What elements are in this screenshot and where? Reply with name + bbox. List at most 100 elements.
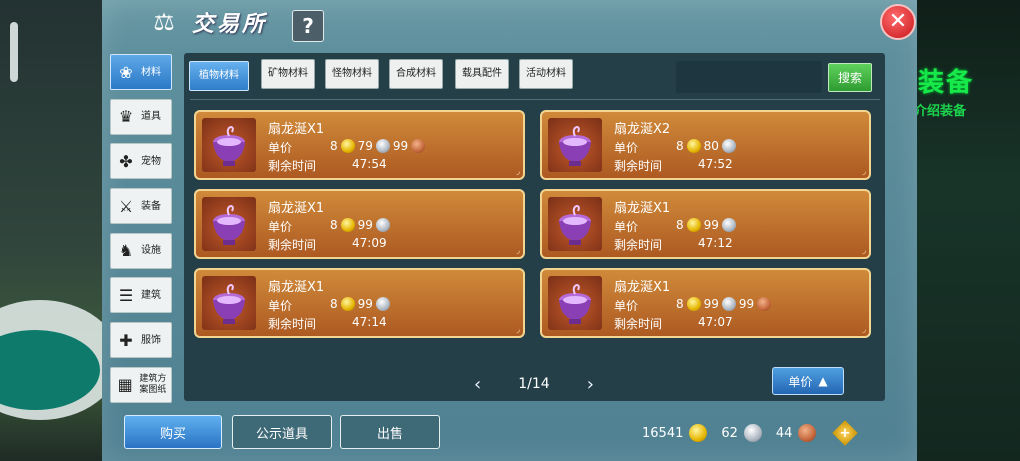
sidebar-item-label: 建筑	[141, 289, 161, 301]
buy-button[interactable]: 购买	[124, 415, 222, 449]
gold-coin-icon	[686, 297, 701, 311]
sort-by-price-button[interactable]: 单价 ▲	[772, 367, 844, 395]
scroll-handle	[10, 22, 18, 82]
sidebar-item-1[interactable]: ♛ 道具	[110, 98, 172, 135]
gold-price: 99	[703, 218, 719, 232]
unit-price: 8 99 99	[676, 297, 774, 311]
sell-button[interactable]: 出售	[340, 415, 440, 449]
corner-ornament-icon: ◞	[862, 246, 867, 256]
item-name: 扇龙涎X1	[268, 122, 325, 137]
item-name: 扇龙涎X1	[268, 280, 325, 295]
gold-coin-icon	[340, 297, 355, 311]
silver-coin-icon	[375, 297, 390, 311]
listing-card[interactable]: 扇龙涎X1 单价 剩余时间 8 99 47:09 ◞	[194, 189, 525, 259]
paw-icon: ✤	[119, 151, 133, 171]
sidebar-item-label: 建筑方案图纸	[139, 373, 167, 395]
time-left: 47:12	[698, 236, 733, 250]
tab-4[interactable]: 载具配件	[455, 59, 509, 89]
sidebar-item-2[interactable]: ✤ 宠物	[110, 143, 172, 180]
background-right: 装备 介绍装备	[910, 0, 1020, 461]
sidebar-item-3[interactable]: ⚔ 装备	[110, 188, 172, 225]
unit-price: 8 79 99	[330, 139, 428, 153]
sidebar-item-0[interactable]: ❀ 材料	[110, 54, 172, 90]
time-left: 47:14	[352, 315, 387, 329]
sidebar-item-4[interactable]: ♞ 设施	[110, 232, 172, 269]
time-left: 47:54	[352, 157, 387, 171]
divider	[190, 99, 880, 100]
item-name: 扇龙涎X2	[614, 122, 671, 137]
gold-coin-icon	[340, 218, 355, 232]
time-left-label: 剩余时间	[268, 238, 317, 252]
listing-card[interactable]: 扇龙涎X1 单价 剩余时间 8 99 47:14 ◞	[194, 268, 525, 338]
corner-ornament-icon: ◞	[862, 325, 867, 335]
cauldron-icon	[202, 197, 256, 251]
sidebar-item-label: 服饰	[141, 334, 161, 346]
silver-amount: 62	[721, 425, 738, 441]
title-bar: ⚖ 交易所 ? ✕	[102, 0, 917, 46]
gold-coin-icon	[689, 424, 708, 442]
silver-coin-icon	[721, 139, 736, 153]
sidebar-item-label: 材料	[141, 66, 161, 78]
tab-1[interactable]: 矿物材料	[261, 59, 315, 89]
listing-card[interactable]: 扇龙涎X1 单价剩余时间 8 79 99 47:54 ◞	[194, 110, 525, 180]
add-currency-icon[interactable]: +	[832, 420, 859, 446]
help-button[interactable]: ?	[292, 10, 324, 42]
silver-coin-icon	[743, 424, 762, 442]
cauldron-icon	[548, 276, 602, 330]
close-button[interactable]: ✕	[880, 4, 916, 40]
search-input[interactable]	[676, 61, 822, 93]
quantity: 8	[676, 297, 684, 311]
prev-page-button[interactable]: ‹	[474, 374, 481, 395]
silver-coin-icon	[375, 218, 390, 232]
public-items-button[interactable]: 公示道具	[232, 415, 332, 449]
background-left	[0, 0, 120, 461]
quantity: 8	[676, 218, 684, 232]
sidebar-item-label: 道具	[141, 111, 161, 123]
copper-amount: 44	[775, 425, 793, 441]
listing-card[interactable]: 扇龙涎X2 单价 剩余时间 8 80 47:52 ◞	[540, 110, 871, 180]
unit-price: 8 99	[330, 218, 393, 232]
scale-icon: ⚖	[153, 8, 175, 36]
search-button[interactable]: 搜索	[828, 63, 872, 92]
tab-5[interactable]: 活动材料	[519, 59, 573, 89]
corner-ornament-icon: ◞	[516, 167, 521, 177]
tab-3[interactable]: 合成材料	[389, 59, 443, 89]
tab-2[interactable]: 怪物材料	[325, 59, 379, 89]
next-page-button[interactable]: ›	[587, 374, 594, 395]
sword-icon: ⚔	[118, 196, 134, 216]
unit-price-label: 单价	[268, 299, 293, 313]
horse-icon: ♞	[118, 241, 134, 261]
bottom-bar: 购买 公示道具 出售 16541 62 44 +	[102, 407, 917, 461]
sidebar-item-7[interactable]: ▦ 建筑方案图纸	[110, 366, 172, 403]
gold-price: 99	[357, 218, 373, 232]
item-name: 扇龙涎X1	[268, 201, 325, 216]
unit-price-label: 单价	[268, 220, 293, 234]
cauldron-icon	[202, 118, 256, 172]
corner-ornament-icon: ◞	[862, 167, 867, 177]
gold-price: 99	[357, 297, 373, 311]
copper-coin-icon	[798, 424, 817, 442]
exchange-panel: ⚖ 交易所 ? ✕ ❀ 材料 ♛ 道具 ✤ 宠物 ⚔ 装备 ♞ 设施 ☰ 建筑 ✚ 服饰 ▦ 建筑方案图纸 植…	[102, 0, 917, 461]
unit-price: 8 99	[676, 218, 739, 232]
copper-coin-icon	[411, 139, 426, 153]
listing-card[interactable]: 扇龙涎X1 单价 剩余时间 8 99 99 47:07 ◞	[540, 268, 871, 338]
time-left-label: 剩余时间	[614, 317, 663, 331]
unit-price-label: 单价	[268, 141, 293, 155]
tab-0[interactable]: 植物材料	[189, 61, 249, 91]
listing-card[interactable]: 扇龙涎X1 单价 剩余时间 8 99 47:12 ◞	[540, 189, 871, 259]
corner-ornament-icon: ◞	[516, 246, 521, 256]
unit-price-label: 单价	[614, 141, 639, 155]
gold-price: 99	[703, 297, 719, 311]
unit-price-label: 单价	[614, 299, 639, 313]
item-name: 扇龙涎X1	[614, 201, 671, 216]
silver-coin-icon	[721, 218, 736, 232]
sidebar-item-6[interactable]: ✚ 服饰	[110, 322, 172, 359]
sidebar-item-5[interactable]: ☰ 建筑	[110, 277, 172, 314]
time-left-label: 剩余时间	[268, 317, 317, 331]
cauldron-icon	[202, 276, 256, 330]
gold-price: 80	[703, 139, 719, 153]
wallet: 16541 62 44 +	[642, 420, 859, 446]
time-left-label: 剩余时间	[268, 159, 317, 173]
flask-icon: ♛	[118, 107, 134, 127]
quantity: 8	[676, 139, 684, 153]
